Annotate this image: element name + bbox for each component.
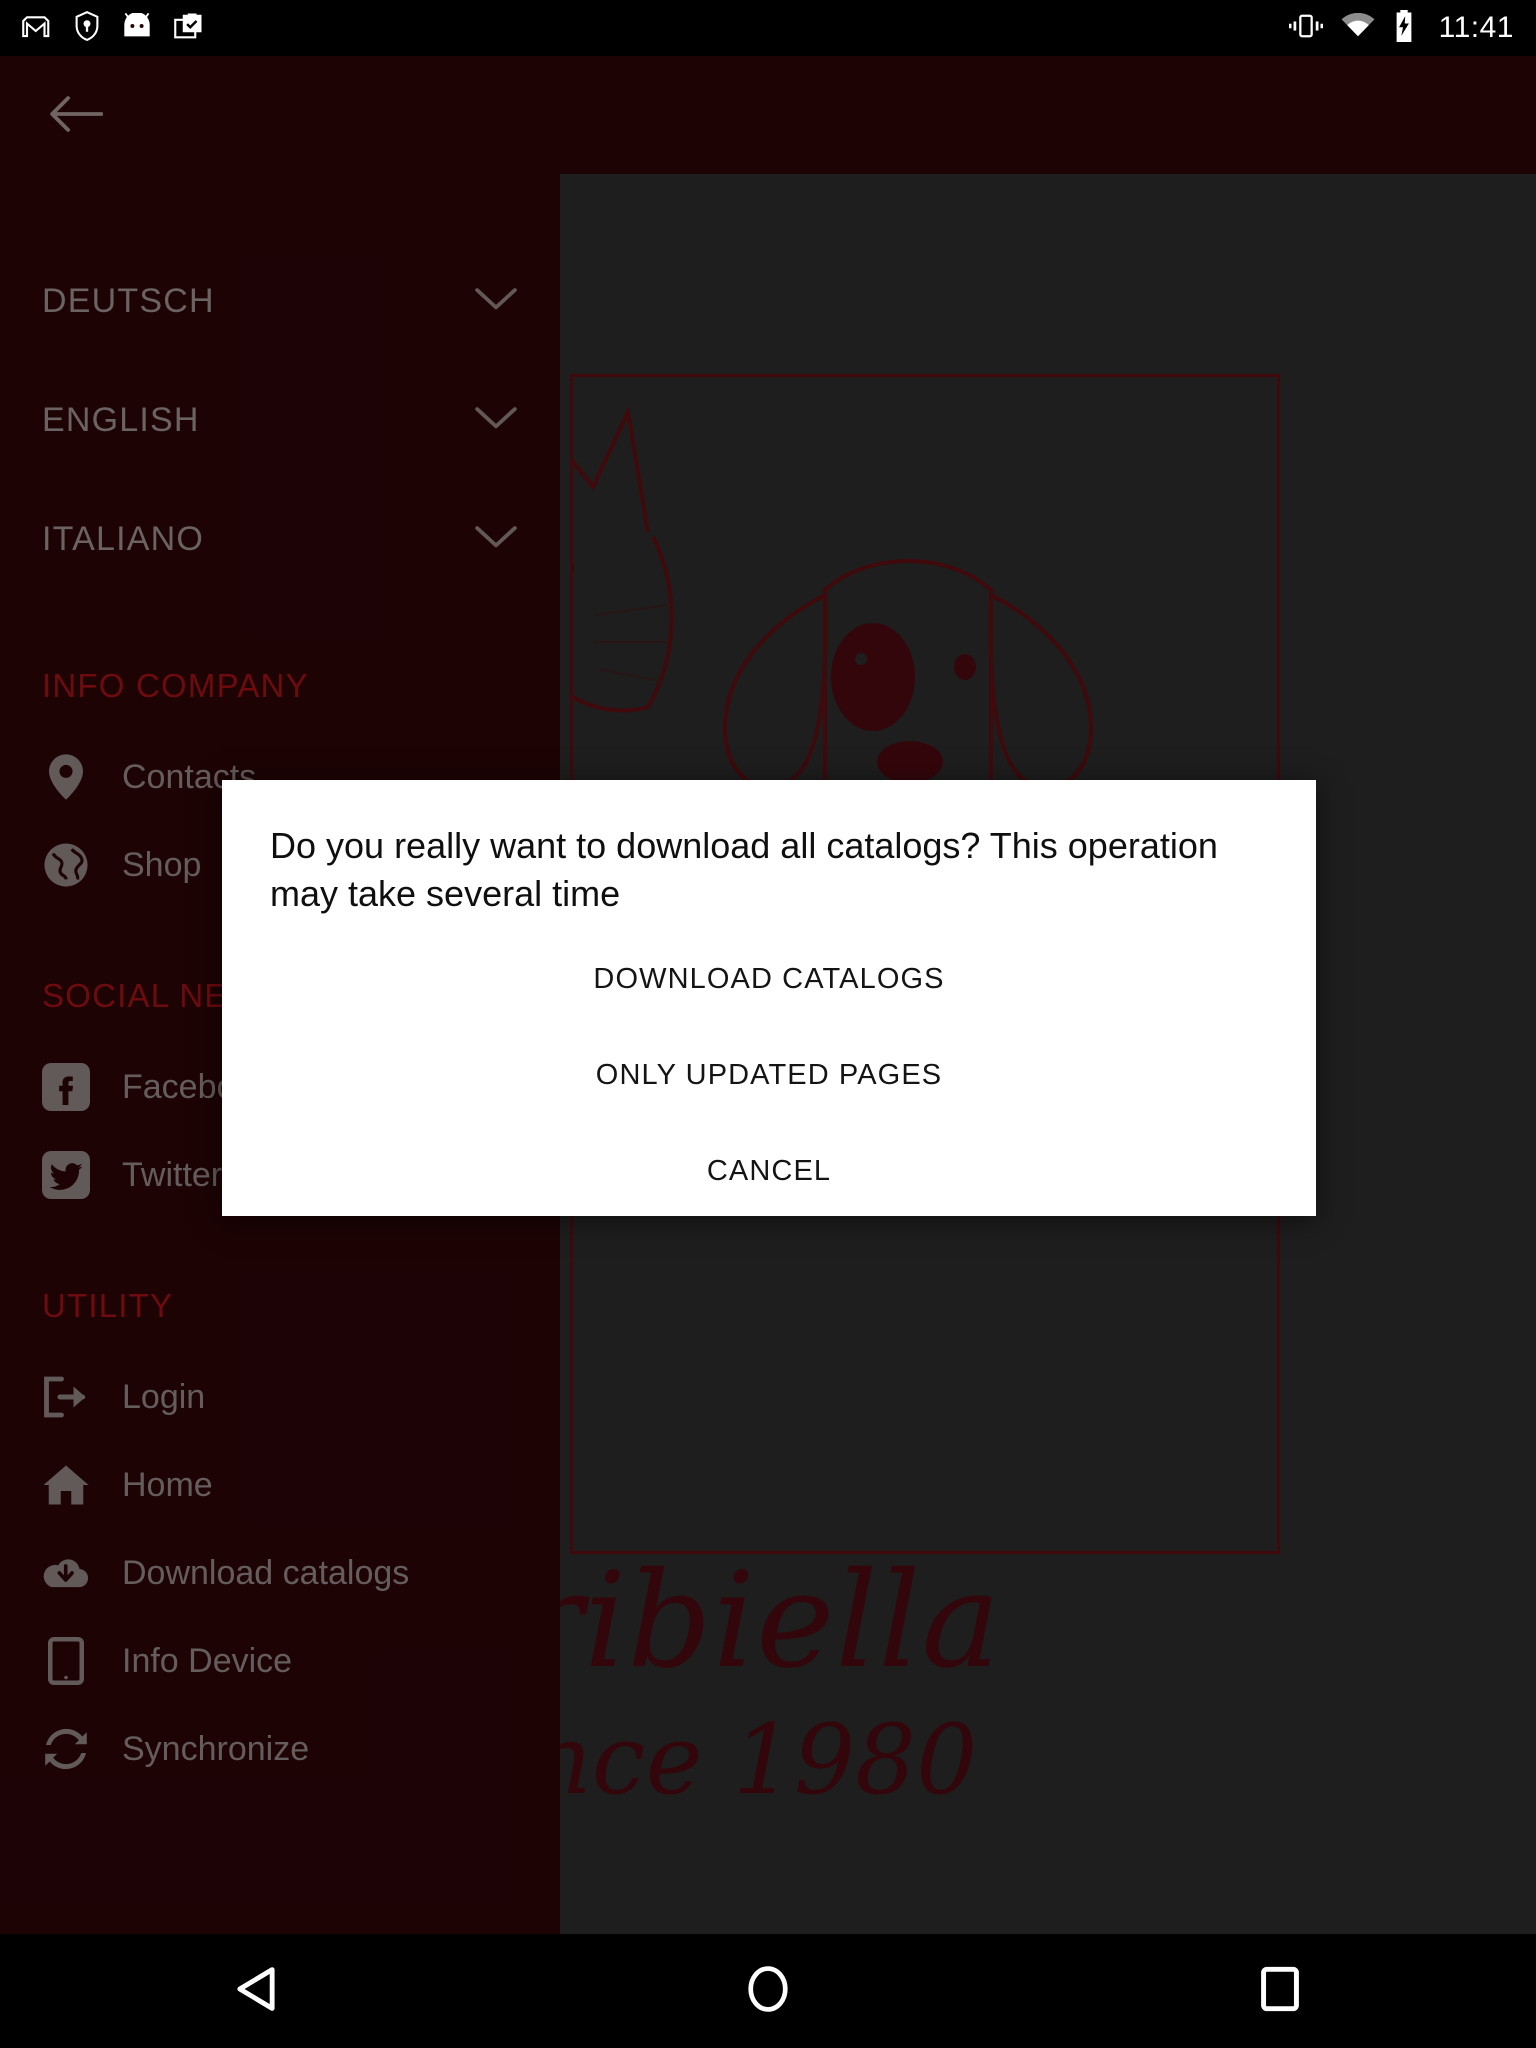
work-profile-check-icon [174,11,204,46]
android-head-icon [122,11,152,44]
wifi-icon [1341,12,1375,44]
circle-home-icon [746,1965,790,2018]
android-navigation-bar [0,1934,1536,2048]
status-bar: 11:41 [0,0,1536,56]
status-bar-system-icons: 11:41 [1288,9,1514,47]
battery-charging-icon [1393,9,1415,47]
download-catalogs-dialog: Do you really want to download all catal… [222,780,1316,1216]
status-bar-notification-icons [22,10,204,46]
shield-key-icon [74,10,100,46]
download-catalogs-button[interactable]: DOWNLOAD CATALOGS [222,932,1316,1028]
nav-back-button[interactable] [0,1966,512,2017]
cancel-button[interactable]: CANCEL [222,1124,1316,1220]
dialog-message: Do you really want to download all catal… [270,825,1218,914]
nav-recents-button[interactable] [1024,1966,1536,2017]
android-screen: 11:41 ribiella ce 1980 DEUTSCH ENGLISH I… [0,0,1536,2048]
vibrate-icon [1288,12,1323,45]
nav-home-button[interactable] [512,1965,1024,2018]
only-updated-pages-button[interactable]: ONLY UPDATED PAGES [222,1028,1316,1124]
gmail-icon [22,11,52,46]
square-recents-icon [1260,1966,1300,2017]
triangle-back-icon [235,1966,277,2017]
dialog-actions: DOWNLOAD CATALOGS ONLY UPDATED PAGES CAN… [222,932,1316,1220]
status-bar-clock: 11:41 [1438,11,1514,44]
